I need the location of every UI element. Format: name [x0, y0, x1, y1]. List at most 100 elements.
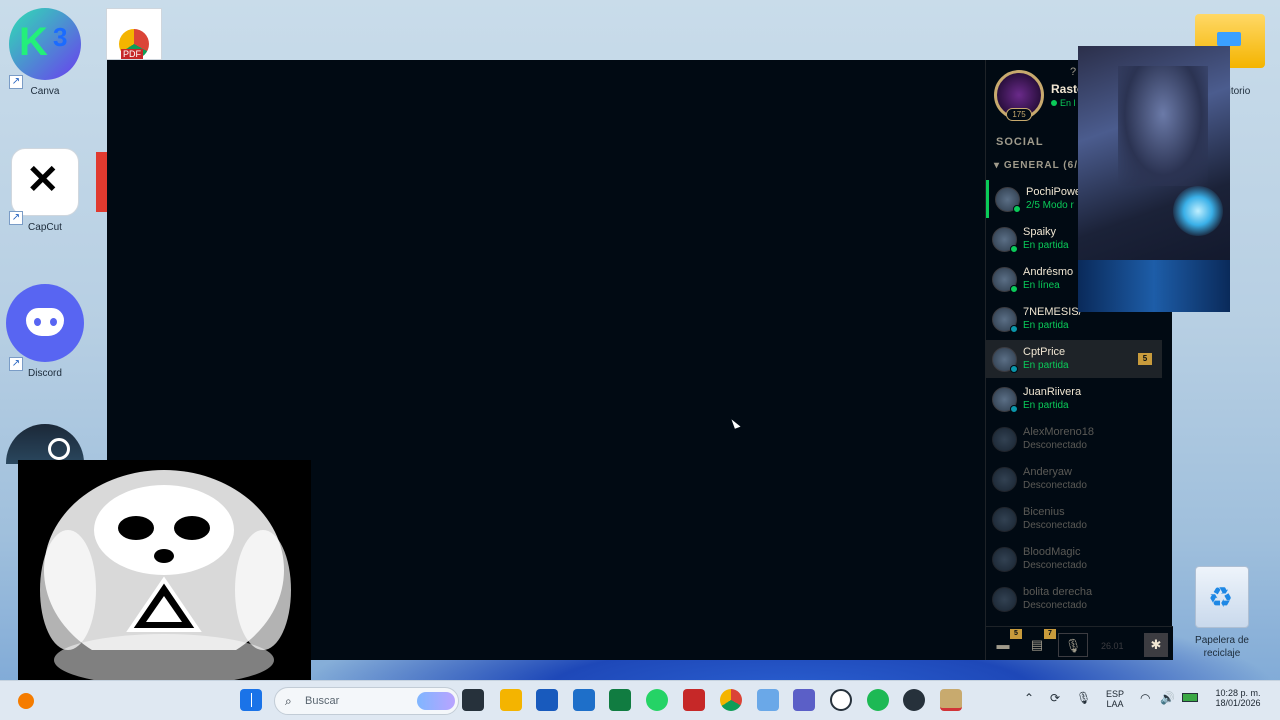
friend-status: Desconectado — [1023, 560, 1087, 571]
partial-app-icon — [96, 152, 107, 212]
file-explorer-icon[interactable] — [500, 689, 522, 711]
recycle-bin-icon: ♻ — [1195, 566, 1249, 628]
chevron-up-icon[interactable]: ⌃ — [1024, 691, 1034, 705]
chrome-icon[interactable] — [720, 689, 742, 711]
chatgpt-icon[interactable] — [830, 689, 852, 711]
friend-avatar — [992, 467, 1017, 492]
help-icon[interactable]: ? — [1070, 66, 1076, 78]
chat-icon: ▬ — [996, 637, 1010, 652]
shortcut-arrow-icon: ↗ — [9, 211, 23, 225]
language-code: ESP — [1105, 689, 1124, 699]
mail-button[interactable]: ▤ 7 — [1024, 629, 1056, 657]
taskbar-search[interactable]: ⌕ Buscar — [274, 687, 459, 715]
desktop-icon-capcut[interactable]: ✕ ↗ CapCut — [5, 148, 85, 233]
chevron-down-icon: ▾ — [994, 160, 1001, 171]
profile-status[interactable]: En l — [1051, 98, 1076, 108]
friend-name: Andrésmo — [1023, 266, 1074, 278]
desktop-icon-canva[interactable]: K 3 ↗ Canva — [5, 8, 85, 97]
glow-effect — [1173, 186, 1223, 236]
calendar-icon[interactable] — [757, 689, 779, 711]
volume-icon[interactable]: 🔊 — [1160, 691, 1175, 705]
language-indicator[interactable]: ESP LAA — [1102, 689, 1128, 709]
group-title-text: GENERAL (6/ — [1003, 160, 1078, 171]
friend-name: Anderyaw — [1023, 466, 1072, 478]
friend-badge: 5 — [1138, 353, 1152, 365]
microphone-tray-icon[interactable]: 🎙 — [1076, 691, 1091, 705]
league-client-icon[interactable] — [940, 689, 962, 711]
task-view-icon[interactable] — [462, 689, 484, 711]
friend-avatar — [992, 227, 1018, 253]
friend-row[interactable]: Anderyaw Desconectado — [986, 460, 1162, 498]
canva-icon: K 3 — [9, 8, 81, 80]
orange-app-icon[interactable] — [18, 693, 34, 709]
excel-icon[interactable] — [609, 689, 631, 711]
mail-count-badge: 7 — [1044, 629, 1056, 639]
friend-row[interactable]: Bicenius Desconectado — [986, 500, 1162, 538]
friend-status: En partida — [1023, 400, 1069, 411]
bug-report-button[interactable]: ✱ — [1144, 633, 1168, 657]
friend-avatar — [992, 347, 1018, 373]
sync-icon[interactable]: ⟳ — [1050, 691, 1060, 705]
friend-group-header[interactable]: ▾ GENERAL (6/ — [994, 160, 1078, 171]
friend-status: En línea — [1023, 280, 1060, 291]
shortcut-arrow-icon: ↗ — [9, 357, 23, 371]
spotify-icon[interactable] — [867, 689, 889, 711]
friend-row[interactable]: AlexMoreno18 Desconectado — [986, 420, 1162, 458]
desktop-icon-label: Papelera de reciclaje — [1195, 635, 1249, 659]
raccoon-image-overlay — [18, 460, 311, 696]
presence-dot-icon — [1013, 205, 1021, 213]
friend-status: Desconectado — [1023, 600, 1087, 611]
desktop-icon-recycle-bin[interactable]: ♻ Papelera de reciclaje — [1182, 566, 1262, 660]
obs-icon[interactable] — [903, 689, 925, 711]
desktop-icon-discord[interactable]: ↗ Discord — [5, 284, 85, 379]
red-app-icon[interactable] — [683, 689, 705, 711]
wifi-icon[interactable]: ◠ — [1140, 691, 1150, 705]
friend-name: BloodMagic — [1023, 546, 1081, 558]
friend-status: Desconectado — [1023, 480, 1087, 491]
battery-icon[interactable] — [1182, 693, 1198, 702]
discord-icon — [6, 284, 84, 362]
teams-icon[interactable] — [793, 689, 815, 711]
desktop-icon-steam[interactable] — [5, 424, 85, 464]
word-icon[interactable] — [536, 689, 558, 711]
mail-icon: ▤ — [1030, 637, 1044, 652]
friend-avatar — [992, 507, 1017, 532]
friend-name: CptPrice — [1023, 346, 1066, 358]
voice-button[interactable]: 🎙 — [1058, 633, 1088, 657]
friend-status: Desconectado — [1023, 520, 1087, 531]
friend-avatar — [992, 547, 1017, 572]
friend-name: PochiPowe — [1026, 186, 1082, 198]
pdf-label: PDF — [121, 49, 143, 59]
friend-status: 2/5 Modo r — [1026, 200, 1074, 211]
presence-dot-icon — [1010, 365, 1018, 373]
clock-time: 10:28 p. m. — [1215, 688, 1261, 698]
search-placeholder: Buscar — [305, 695, 340, 707]
shortcut-arrow-icon: ↗ — [9, 75, 23, 89]
friend-avatar — [992, 267, 1018, 293]
clock-date: 18/01/2026 — [1215, 698, 1261, 708]
bug-icon: ✱ — [1150, 637, 1162, 652]
friend-row[interactable]: bolita derecha Desconectado — [986, 580, 1162, 618]
webcam-overlay — [1078, 46, 1230, 312]
friend-name: Spaiky — [1023, 226, 1057, 238]
raccoon-art — [18, 460, 311, 696]
start-button[interactable] — [240, 689, 262, 711]
friend-row[interactable]: JuanRiivera En partida — [986, 380, 1162, 418]
store-icon[interactable] — [573, 689, 595, 711]
friend-name: Bicenius — [1023, 506, 1065, 518]
friend-row[interactable]: CptPrice En partida 5 — [986, 340, 1162, 378]
friend-row[interactable]: BloodMagic Desconectado — [986, 540, 1162, 578]
chat-button[interactable]: ▬ 5 — [990, 629, 1022, 657]
friend-avatar — [992, 587, 1017, 612]
clock[interactable]: 10:28 p. m. 18/01/2026 — [1208, 688, 1268, 708]
profile-level: 175 — [1006, 108, 1032, 121]
friend-avatar — [992, 427, 1017, 452]
whatsapp-icon[interactable] — [646, 689, 668, 711]
friend-name: bolita derecha — [1023, 586, 1093, 598]
desktop-icon-pdf[interactable]: PDF — [100, 8, 166, 60]
profile-status-text: En l — [1060, 98, 1076, 108]
client-version: 26.01 — [1101, 641, 1124, 651]
webcam-strip — [1078, 260, 1230, 312]
character-art — [1118, 66, 1208, 186]
pdf-file-icon: PDF — [106, 8, 162, 60]
